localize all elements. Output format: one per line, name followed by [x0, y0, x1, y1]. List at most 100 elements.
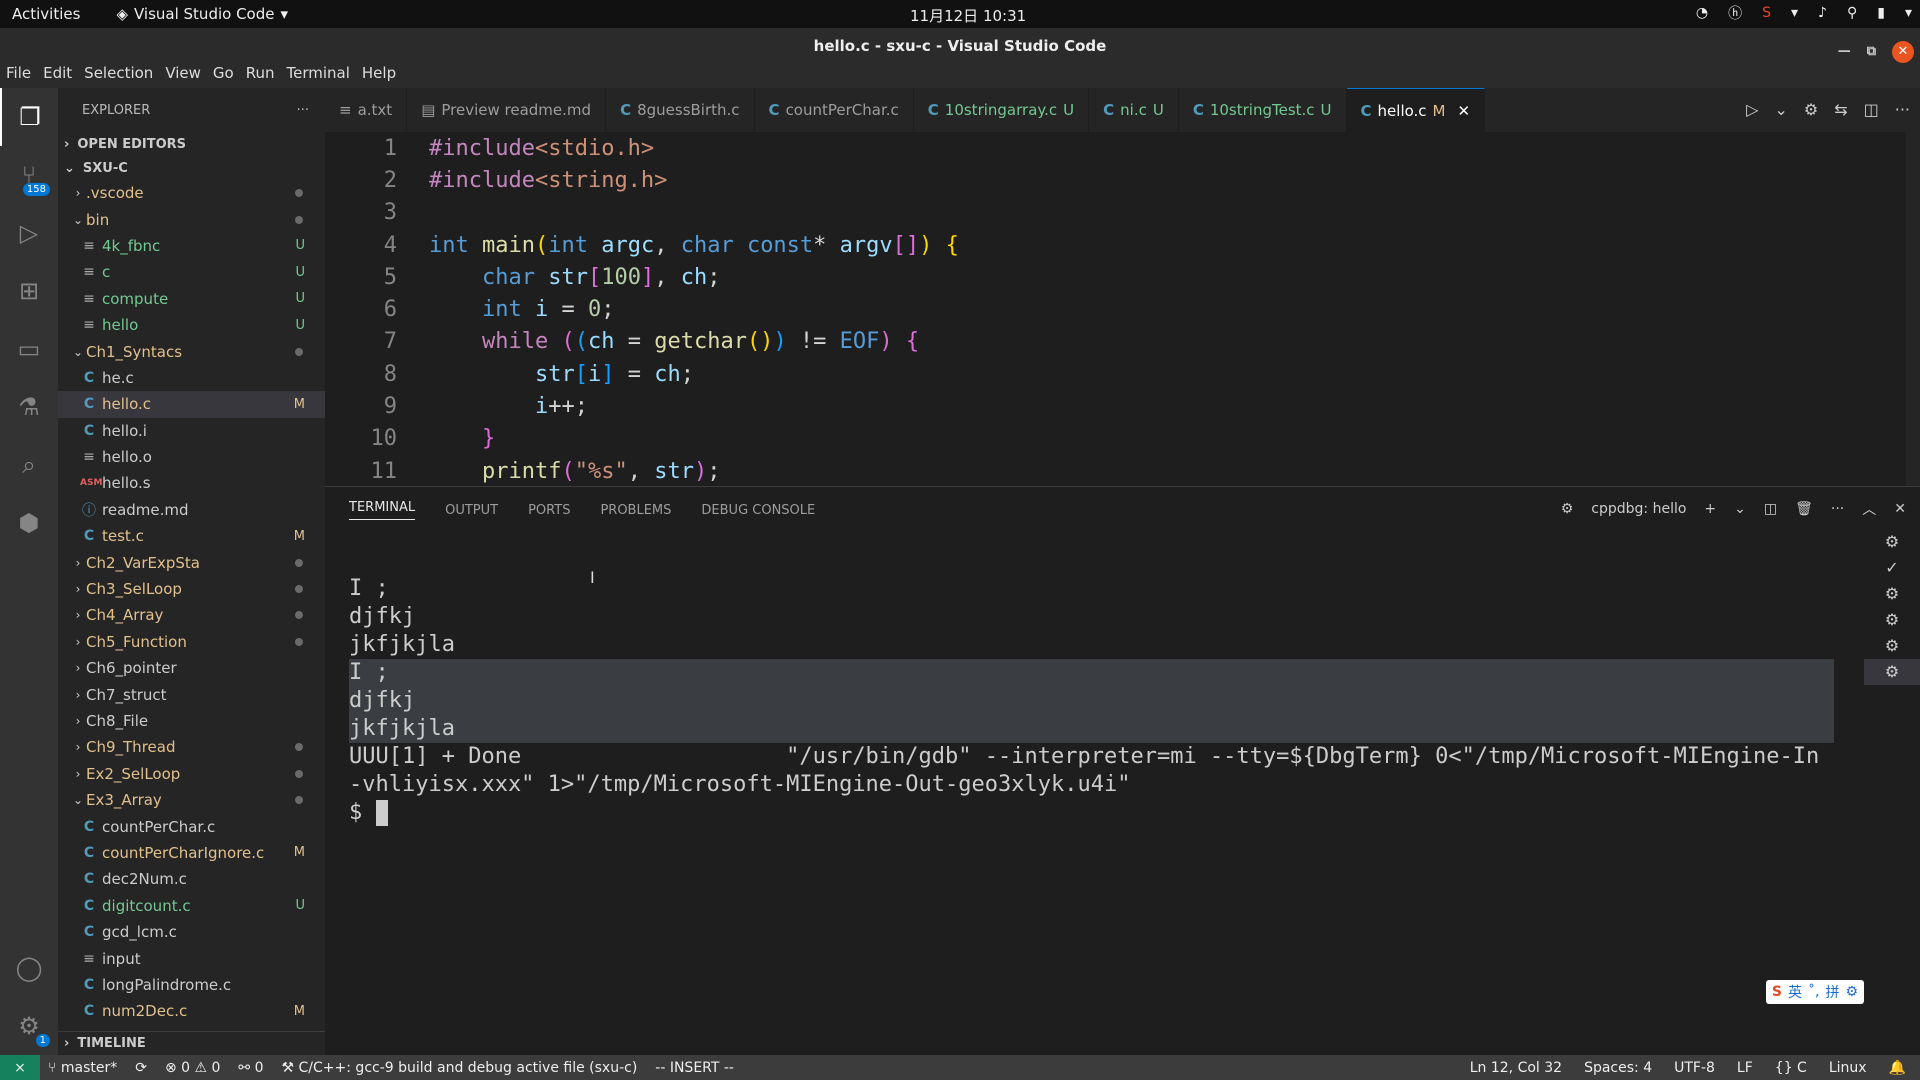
workspace-root[interactable]: ⌄ SXU-C: [58, 156, 325, 180]
menu-file[interactable]: File: [0, 64, 37, 88]
chrome-icon[interactable]: ◔: [1696, 5, 1708, 21]
manage-gear-icon[interactable]: ⚙ 1: [0, 997, 58, 1055]
editor-tab[interactable]: C 8guessBirth.c: [606, 88, 755, 132]
file-item[interactable]: Cdigitcount.c U: [58, 893, 325, 919]
hp-icon[interactable]: ⓗ: [1728, 3, 1742, 23]
python-icon[interactable]: ⬢: [0, 494, 58, 552]
file-item[interactable]: CcountPerChar.c: [58, 813, 325, 839]
run-debug-icon[interactable]: ▷: [0, 204, 58, 262]
task-status[interactable]: ⚒ C/C++: gcc-9 build and debug active fi…: [282, 1060, 638, 1076]
branch-status[interactable]: ⑂ master*: [48, 1060, 117, 1076]
file-item[interactable]: Che.c: [58, 365, 325, 391]
split-editor-icon[interactable]: ◫: [1864, 100, 1879, 119]
file-item[interactable]: ClongPalindrome.c: [58, 972, 325, 998]
panel-tab-ports[interactable]: PORTS: [528, 503, 570, 518]
file-item[interactable]: ASM hello.s: [58, 470, 325, 496]
editor-tab[interactable]: Cni.c U: [1089, 88, 1179, 132]
folder-item[interactable]: › Ch7_struct: [58, 681, 325, 707]
folder-item[interactable]: ⌄ Ex3_Array: [58, 787, 325, 813]
file-item[interactable]: Cgcd_lcm.c: [58, 919, 325, 945]
compare-icon[interactable]: ⇆: [1834, 100, 1847, 119]
ime-settings-icon[interactable]: ⚙: [1845, 984, 1858, 1000]
notifications-icon[interactable]: 🔔: [1889, 1060, 1906, 1076]
sogou-tray-icon[interactable]: S: [1762, 5, 1771, 21]
ime-mode[interactable]: 拼: [1825, 982, 1839, 1002]
folder-item[interactable]: › Ex2_SelLoop: [58, 761, 325, 787]
folder-item[interactable]: ⌄ Ch1_Syntacs: [58, 338, 325, 364]
file-item[interactable]: ≡ input: [58, 945, 325, 971]
menu-help[interactable]: Help: [356, 64, 402, 88]
panel-tab-terminal[interactable]: TERMINAL: [349, 500, 416, 520]
file-item[interactable]: Cdec2Num.c: [58, 866, 325, 892]
ime-toolbar[interactable]: S 英 ˚, 拼 ⚙: [1765, 980, 1864, 1004]
extensions-icon[interactable]: ⊞: [0, 262, 58, 320]
wifi-icon[interactable]: ▾: [1791, 5, 1798, 21]
account-icon[interactable]: ◯: [0, 939, 58, 997]
cursor-position[interactable]: Ln 12, Col 32: [1470, 1060, 1562, 1076]
folder-item[interactable]: › Ch5_Function: [58, 629, 325, 655]
editor-tab[interactable]: Chello.c M ✕: [1346, 88, 1486, 132]
folder-item[interactable]: › Ch3_SelLoop: [58, 576, 325, 602]
editor-tab[interactable]: C 10stringarray.c U: [914, 88, 1090, 132]
debug-terminal-icon[interactable]: ⚙: [1864, 607, 1920, 633]
menu-edit[interactable]: Edit: [37, 64, 78, 88]
more-icon[interactable]: ···: [1895, 100, 1910, 119]
file-item[interactable]: Chello.i: [58, 418, 325, 444]
gear-icon[interactable]: ⚙: [1804, 100, 1818, 119]
folder-item[interactable]: ⌄ bin: [58, 206, 325, 232]
editor-tab[interactable]: C 10stringTest.c U: [1179, 88, 1347, 132]
ports-status[interactable]: ⚯ 0: [238, 1060, 263, 1076]
clock[interactable]: 11月12日 10:31: [910, 5, 1026, 26]
os-config[interactable]: Linux: [1829, 1060, 1867, 1076]
chevron-down-icon[interactable]: ⌄: [1734, 501, 1746, 517]
encoding[interactable]: UTF-8: [1674, 1060, 1715, 1076]
battery-icon[interactable]: ▮: [1877, 5, 1885, 21]
terminal-prompt-line[interactable]: $: [349, 799, 1834, 827]
problems-status[interactable]: ⊗ 0 ⚠ 0: [165, 1060, 220, 1076]
debug-terminal-icon[interactable]: ⚙: [1864, 529, 1920, 555]
editor-tab[interactable]: CcountPerChar.c: [755, 88, 914, 132]
file-item[interactable]: Cnum2Dec.c M: [58, 998, 325, 1024]
debug-terminal-icon[interactable]: ⚙: [1864, 633, 1920, 659]
file-item[interactable]: ≡ hello.o: [58, 444, 325, 470]
more-actions-icon[interactable]: ···: [297, 103, 309, 118]
check-icon[interactable]: ✓: [1864, 555, 1920, 581]
debug-terminal-icon[interactable]: ⚙: [1864, 659, 1920, 685]
minimap[interactable]: [1906, 132, 1920, 486]
app-menu[interactable]: ◈ Visual Studio Code ▾: [116, 5, 288, 23]
panel-tab-problems[interactable]: PROBLEMS: [600, 503, 671, 518]
maximize-panel-icon[interactable]: ︿: [1862, 499, 1876, 519]
terminal-output[interactable]: I ; djfkj jkfjkjla I ; djfkj jkfjkjla UUU[1] +…: [349, 575, 1834, 827]
indentation[interactable]: Spaces: 4: [1584, 1060, 1652, 1076]
activities-button[interactable]: Activities: [12, 5, 80, 23]
debug-terminal-icon[interactable]: ⚙: [1864, 581, 1920, 607]
timeline-section[interactable]: › TIMELINE: [58, 1031, 325, 1055]
menu-run[interactable]: Run: [240, 64, 281, 88]
file-item[interactable]: ≡ 4k_fbnc U: [58, 233, 325, 259]
code-editor[interactable]: 1 #include<stdio.h> 2 #include<string.h> 3…: [325, 132, 1920, 486]
more-icon[interactable]: ···: [1831, 501, 1844, 517]
folder-item[interactable]: › Ch6_pointer: [58, 655, 325, 681]
file-item[interactable]: ≡ compute U: [58, 286, 325, 312]
close-window-icon[interactable]: ✕: [1892, 41, 1914, 63]
menu-go[interactable]: Go: [207, 64, 240, 88]
sync-icon[interactable]: ⟳: [135, 1060, 147, 1076]
close-tab-icon[interactable]: ✕: [1458, 102, 1471, 120]
editor-tab[interactable]: ▤ Preview readme.md: [407, 88, 607, 132]
folder-item[interactable]: › .vscode: [58, 180, 325, 206]
remote-icon[interactable]: ⨯: [0, 1055, 40, 1080]
terminal-name[interactable]: cppdbg: hello: [1591, 501, 1686, 517]
file-item[interactable]: Chello.c M: [58, 391, 325, 418]
menu-selection[interactable]: Selection: [78, 64, 159, 88]
folder-item[interactable]: › Ch8_File: [58, 708, 325, 734]
split-terminal-icon[interactable]: ◫: [1764, 501, 1777, 517]
volume-icon[interactable]: ♪: [1818, 5, 1827, 21]
new-terminal-icon[interactable]: +: [1704, 501, 1716, 517]
panel-tab-debug-console[interactable]: DEBUG CONSOLE: [701, 503, 815, 518]
remote-explorer-icon[interactable]: ▭: [0, 320, 58, 378]
menu-view[interactable]: View: [159, 64, 207, 88]
open-editors-section[interactable]: › OPEN EDITORS: [58, 132, 325, 156]
panel-tab-output[interactable]: OUTPUT: [445, 503, 498, 518]
mic-icon[interactable]: ⚲: [1847, 5, 1857, 21]
chevron-down-icon[interactable]: ⌄: [1774, 100, 1787, 119]
